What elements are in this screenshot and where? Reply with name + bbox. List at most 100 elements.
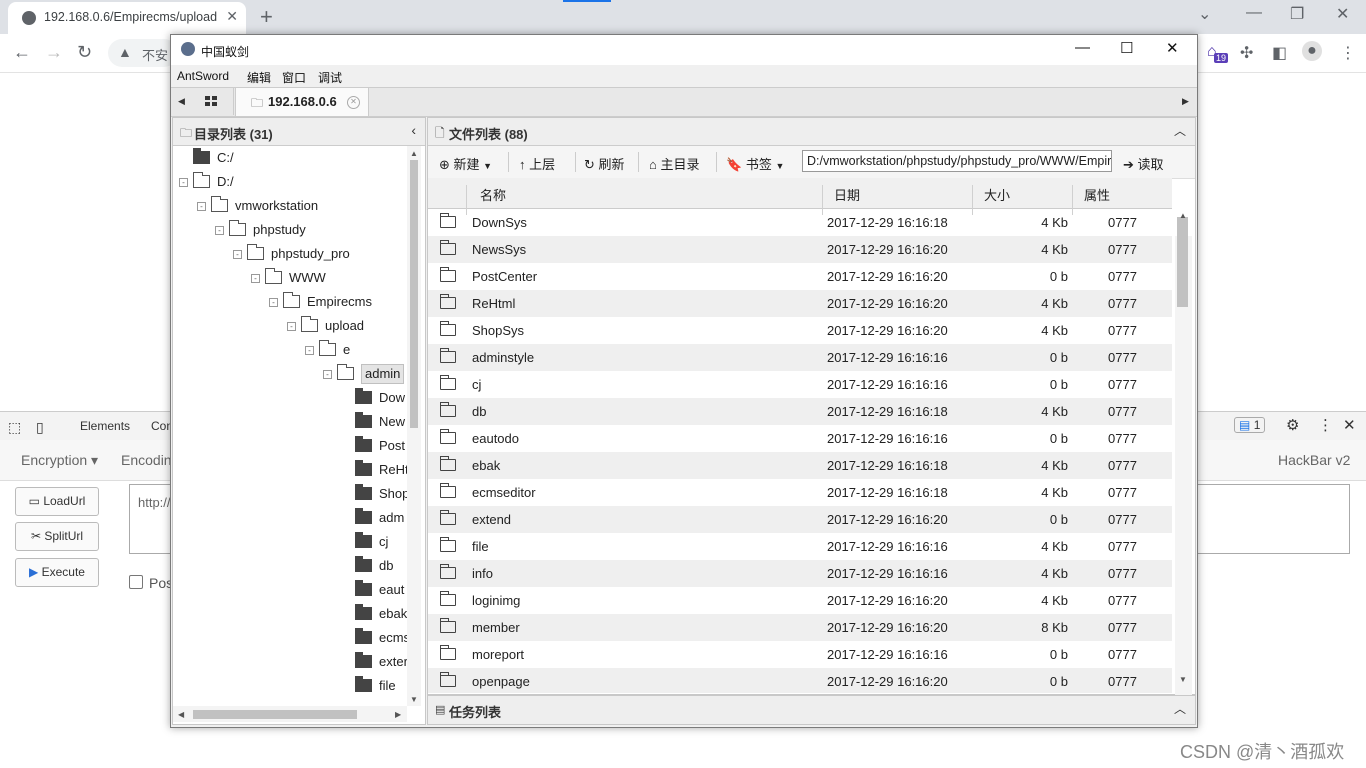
file-row[interactable]: ecmseditor 2017-12-29 16:16:18 4 Kb 0777 (428, 479, 1172, 506)
collapse-up-icon[interactable]: ︿ (1174, 122, 1186, 139)
collapse-left-icon[interactable]: ‹ (411, 122, 416, 138)
file-date: 2017-12-29 16:16:20 (827, 296, 948, 311)
scroll-left-icon[interactable]: ◀ (178, 710, 184, 719)
encoding-menu[interactable]: Encodin (121, 452, 172, 468)
file-date: 2017-12-29 16:16:20 (827, 674, 948, 689)
forward-icon[interactable]: → (45, 42, 63, 63)
tree-toggle-icon[interactable]: - (323, 370, 332, 379)
device-icon[interactable]: ▯ (36, 419, 44, 436)
scroll-down-icon[interactable]: ▼ (410, 695, 418, 704)
back-icon[interactable]: ← (13, 42, 31, 63)
file-row[interactable]: loginimg 2017-12-29 16:16:20 4 Kb 0777 (428, 587, 1172, 614)
grid-scroll-thumb[interactable] (1177, 217, 1188, 307)
tab-scroll-left-icon[interactable]: ◀ (178, 96, 185, 107)
menu-debug[interactable]: 调试 (318, 69, 342, 86)
file-attr: 0777 (1108, 647, 1137, 662)
execute-button[interactable]: ▶ Execute (15, 558, 99, 587)
scroll-up-icon[interactable]: ▲ (410, 149, 418, 158)
tab-close-icon[interactable]: ✕ (347, 96, 360, 109)
file-size: 4 Kb (1041, 593, 1068, 608)
new-button[interactable]: ⊕ 新建 ▼ (439, 154, 492, 173)
grid-scrollbar[interactable] (1175, 236, 1192, 723)
maximize-icon[interactable]: ☐ (1120, 39, 1133, 57)
tree-scroll-thumb[interactable] (410, 160, 418, 428)
close-devtools-icon[interactable]: ✕ (1343, 416, 1356, 434)
file-row[interactable]: adminstyle 2017-12-29 16:16:16 0 b 0777 (428, 344, 1172, 371)
close-icon[interactable]: ✕ (1166, 39, 1179, 57)
scroll-down-icon[interactable]: ▼ (1179, 675, 1187, 684)
sidepanel-icon[interactable]: ◧ (1272, 43, 1287, 63)
file-row[interactable]: extend 2017-12-29 16:16:20 0 b 0777 (428, 506, 1172, 533)
file-row[interactable]: ReHtml 2017-12-29 16:16:20 4 Kb 0777 (428, 290, 1172, 317)
more-icon[interactable]: ⋮ (1318, 416, 1333, 434)
inspect-icon[interactable]: ⬚ (8, 419, 21, 436)
file-attr: 0777 (1108, 269, 1137, 284)
up-button[interactable]: ↑ 上层 (519, 154, 555, 173)
minimize-icon[interactable]: — (1246, 4, 1262, 22)
tab-close-icon[interactable]: ✕ (226, 8, 238, 25)
file-name: info (472, 566, 493, 581)
file-row[interactable]: member 2017-12-29 16:16:20 8 Kb 0777 (428, 614, 1172, 641)
tab-home[interactable] (193, 88, 234, 115)
column-date[interactable]: 日期 (834, 185, 860, 204)
file-row[interactable]: cj 2017-12-29 16:16:16 0 b 0777 (428, 371, 1172, 398)
file-size: 4 Kb (1041, 296, 1068, 311)
tree-toggle-icon[interactable]: - (179, 178, 188, 187)
column-name[interactable]: 名称 (480, 185, 506, 204)
close-window-icon[interactable]: ✕ (1336, 4, 1349, 24)
file-row[interactable]: ShopSys 2017-12-29 16:16:20 4 Kb 0777 (428, 317, 1172, 344)
menu-antsword[interactable]: AntSword (177, 69, 229, 83)
file-row[interactable]: db 2017-12-29 16:16:18 4 Kb 0777 (428, 398, 1172, 425)
expand-icon[interactable]: ︿ (1174, 700, 1186, 717)
minimize-icon[interactable]: — (1075, 39, 1090, 56)
file-attr: 0777 (1108, 323, 1137, 338)
scroll-right-icon[interactable]: ▶ (395, 710, 401, 719)
tree-toggle-icon[interactable]: - (251, 274, 260, 283)
file-row[interactable]: PostCenter 2017-12-29 16:16:20 0 b 0777 (428, 263, 1172, 290)
column-attr[interactable]: 属性 (1084, 185, 1110, 204)
new-tab-button[interactable]: + (260, 4, 273, 30)
tab-scroll-right-icon[interactable]: ▶ (1182, 96, 1189, 107)
file-row[interactable]: info 2017-12-29 16:16:16 4 Kb 0777 (428, 560, 1172, 587)
tree-toggle-icon[interactable]: - (215, 226, 224, 235)
tab-search-icon[interactable]: ⌄ (1198, 4, 1211, 24)
read-button[interactable]: ➔ 读取 (1123, 154, 1164, 173)
tab-elements[interactable]: Elements (80, 419, 130, 433)
restore-icon[interactable]: ❐ (1290, 4, 1304, 24)
home-button[interactable]: ⌂ 主目录 (649, 154, 700, 173)
tab-host[interactable]: 🗀 192.168.0.6 ✕ (235, 88, 369, 116)
encryption-menu[interactable]: Encryption ▾ (21, 452, 98, 469)
file-row[interactable]: DownSys 2017-12-29 16:16:18 4 Kb 0777 (428, 209, 1172, 236)
load-url-button[interactable]: ▭ LoadUrl (15, 487, 99, 516)
bookmark-button[interactable]: 🔖 书签 ▼ (726, 154, 784, 173)
tree-toggle-icon[interactable]: - (305, 346, 314, 355)
tree-toggle-icon[interactable]: - (269, 298, 278, 307)
browser-tab[interactable]: 192.168.0.6/Empirecms/upload ✕ (8, 2, 246, 34)
address-bar[interactable]: ▲ 不安 (108, 39, 178, 67)
post-data-checkbox[interactable] (129, 575, 143, 589)
refresh-button[interactable]: ↻ 刷新 (584, 154, 625, 173)
puzzle-icon[interactable]: ✣ (1240, 43, 1253, 63)
file-row[interactable]: eautodo 2017-12-29 16:16:16 0 b 0777 (428, 425, 1172, 452)
file-row[interactable]: NewsSys 2017-12-29 16:16:20 4 Kb 0777 (428, 236, 1172, 263)
tree-hscroll-thumb[interactable] (193, 710, 357, 719)
file-attr: 0777 (1108, 566, 1137, 581)
path-input[interactable]: D:/vmworkstation/phpstudy/phpstudy_pro/W… (802, 150, 1112, 172)
file-row[interactable]: openpage 2017-12-29 16:16:20 0 b 0777 (428, 668, 1172, 693)
profile-avatar[interactable]: ● (1302, 41, 1322, 61)
reload-icon[interactable]: ↻ (77, 42, 92, 63)
gear-icon[interactable]: ⚙ (1286, 416, 1299, 434)
menu-edit[interactable]: 编辑 (247, 69, 271, 86)
tree-toggle-icon[interactable]: - (233, 250, 242, 259)
split-url-button[interactable]: ✂ SplitUrl (15, 522, 99, 551)
file-row[interactable]: moreport 2017-12-29 16:16:16 0 b 0777 (428, 641, 1172, 668)
scroll-up-icon[interactable]: ▲ (1179, 211, 1187, 220)
tree-toggle-icon[interactable]: - (197, 202, 206, 211)
column-size[interactable]: 大小 (984, 185, 1010, 204)
issues-badge[interactable]: ▤ 1 (1234, 417, 1266, 433)
tree-toggle-icon[interactable]: - (287, 322, 296, 331)
file-row[interactable]: ebak 2017-12-29 16:16:18 4 Kb 0777 (428, 452, 1172, 479)
file-row[interactable]: file 2017-12-29 16:16:16 4 Kb 0777 (428, 533, 1172, 560)
menu-icon[interactable]: ⋮ (1340, 43, 1356, 63)
menu-window[interactable]: 窗口 (282, 69, 306, 86)
